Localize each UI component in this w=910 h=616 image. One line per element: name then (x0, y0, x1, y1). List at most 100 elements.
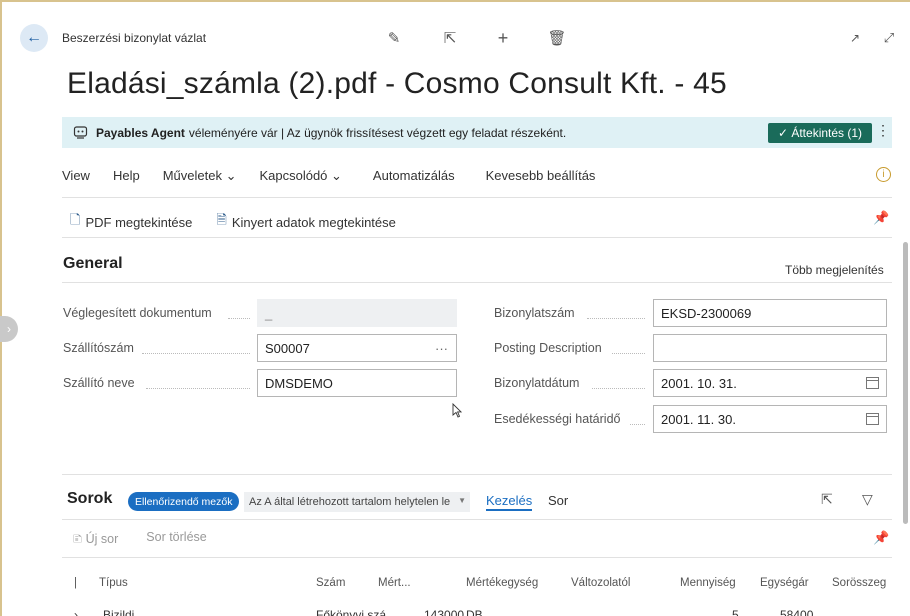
new-line-button[interactable]: 🗈 Új sor (73, 530, 132, 551)
show-more-link[interactable]: Több megjelenítés (785, 263, 884, 277)
doc-date-field[interactable]: 2001. 10. 31. (653, 369, 887, 397)
vertical-scrollbar[interactable] (903, 242, 908, 524)
menu-help[interactable]: Help (113, 168, 140, 188)
extracted-data-icon: 🗎 (216, 212, 227, 227)
more-options-icon[interactable]: ⋮ (876, 122, 890, 139)
agent-icon (72, 125, 88, 141)
due-date-value: 2001. 11. 30. (661, 411, 736, 427)
posted-doc-label: Véglegesített dokumentum (63, 306, 212, 320)
lines-title[interactable]: Sorok (67, 490, 112, 508)
view-extracted-button[interactable]: 🗎 Kinyert adatok megtekintése (216, 211, 396, 233)
page-caption: Beszerzési bizonylat vázlat (62, 31, 207, 45)
view-pdf-button[interactable]: 🗋 PDF megtekintése (70, 211, 192, 233)
expand-icon[interactable]: ⤢ (880, 29, 898, 47)
vendor-no-value: S00007 (265, 340, 310, 356)
pin-icon[interactable]: 📌 (873, 210, 889, 226)
divider (62, 197, 892, 198)
leader-dots (612, 353, 645, 354)
tab-manage[interactable]: Kezelés (486, 493, 533, 511)
leader-dots (592, 388, 645, 389)
posting-desc-label: Posting Description (494, 341, 602, 355)
ai-filter-value: Az A által létrehozott tartalom helytele… (249, 496, 451, 508)
menu-related[interactable]: Kapcsolódó ⌄ (259, 168, 341, 188)
section-general-title[interactable]: General (63, 255, 123, 273)
pin-icon[interactable]: 📌 (873, 530, 889, 546)
add-icon[interactable]: + (494, 28, 512, 48)
posting-desc-field[interactable] (653, 334, 887, 362)
review-button[interactable]: ✓ Áttekintés (1) (768, 123, 872, 143)
line-actions: 🗈 Új sor Sor törlése (73, 530, 221, 551)
column-header-variant[interactable]: Változolatól (571, 577, 630, 589)
leader-dots (228, 318, 250, 319)
leader-dots (587, 318, 645, 319)
due-date-field[interactable]: 2001. 11. 30. (653, 405, 887, 433)
vendor-name-label: Szállító neve (63, 376, 135, 390)
posted-doc-field: _ (257, 299, 457, 327)
leader-dots (142, 353, 250, 354)
calendar-icon[interactable] (866, 377, 879, 389)
share-icon[interactable]: ⇱ (821, 491, 833, 508)
delete-trash-icon[interactable]: 🗑 (547, 29, 566, 47)
doc-no-field[interactable]: EKSD-2300069 (653, 299, 887, 327)
menu-view[interactable]: View (62, 168, 90, 188)
edit-pencil-icon[interactable]: ✎ (385, 29, 403, 47)
banner-message: véleményére vár | Az ügynök frissítésest… (188, 125, 567, 140)
view-extracted-label: Kinyert adatok megtekintése (231, 214, 396, 230)
row-no[interactable]: Főkönyvi szá... (316, 608, 396, 616)
promoted-actions: 🗋 PDF megtekintése 🗎 Kinyert adatok megt… (70, 211, 420, 233)
tab-line[interactable]: Sor (548, 493, 568, 508)
due-date-label: Esedékességi határidő (494, 412, 621, 426)
divider (62, 474, 892, 475)
column-header-uom[interactable]: Mértékegység (466, 577, 538, 589)
divider (62, 237, 892, 238)
column-header-no[interactable]: Szám (316, 577, 345, 589)
page-title: Eladási_számla (2).pdf - Cosmo Consult K… (67, 67, 727, 100)
review-fields-badge[interactable]: Ellenőrizendő mezők (128, 492, 240, 511)
lookup-ellipsis-icon[interactable]: ··· (435, 341, 448, 356)
new-line-label: Új sor (85, 532, 119, 546)
menu-actions[interactable]: Műveletek ⌄ (163, 168, 237, 188)
info-icon[interactable]: i (876, 167, 891, 182)
column-header-quantity[interactable]: Mennyiség (680, 577, 736, 589)
chevron-down-icon: ▼ (458, 496, 466, 505)
vendor-name-field[interactable]: DMSDEMO (257, 369, 457, 397)
filter-icon[interactable]: ▽ (862, 491, 873, 508)
ai-filter-select[interactable]: Az A által létrehozott tartalom helytele… (244, 492, 470, 512)
vendor-no-label: Szállítószám (63, 341, 134, 355)
back-arrow-icon[interactable]: ← (20, 24, 48, 52)
row-expand-icon[interactable]: › (74, 608, 78, 616)
mouse-cursor-icon (452, 403, 462, 418)
leader-dots (146, 388, 250, 389)
menu-fewer-options[interactable]: Kevesebb beállítás (486, 168, 596, 188)
calendar-icon[interactable] (866, 413, 879, 425)
vendor-no-field[interactable]: S00007 ··· (257, 334, 457, 362)
column-header-type[interactable]: Típus (99, 577, 128, 589)
open-new-window-icon[interactable]: ↗ (846, 29, 864, 47)
document-icon: 🗋 (70, 212, 81, 227)
delete-line-button[interactable]: Sor törlése (146, 530, 206, 551)
view-pdf-label: PDF megtekintése (85, 214, 193, 230)
divider (62, 282, 892, 283)
row-price[interactable]: 58400 (780, 608, 813, 616)
column-separator: | (74, 577, 77, 589)
column-header-line-amount[interactable]: Sorösszeg (832, 577, 886, 589)
divider (62, 519, 892, 520)
agent-name: Payables Agent (96, 125, 185, 140)
share-icon[interactable]: ⇱ (441, 29, 459, 47)
row-qty[interactable]: 5 (732, 608, 739, 616)
row-unit[interactable]: 143000 (424, 608, 464, 616)
leader-dots (630, 424, 645, 425)
posted-doc-value: _ (265, 305, 273, 321)
action-menu: View Help Műveletek ⌄ Kapcsolódó ⌄ Autom… (62, 168, 618, 188)
menu-automate[interactable]: Automatizálás (373, 168, 455, 188)
doc-no-value: EKSD-2300069 (661, 305, 752, 321)
doc-no-label: Bizonylatszám (494, 306, 575, 320)
doc-date-value: 2001. 10. 31. (661, 375, 737, 391)
row-uom[interactable]: DB (466, 608, 483, 616)
doc-date-label: Bizonylatdátum (494, 376, 580, 390)
row-type[interactable]: Bizildi (103, 608, 134, 616)
divider (62, 557, 892, 558)
column-header-unit[interactable]: Mért... (378, 577, 411, 589)
column-header-unit-price[interactable]: Egységár (760, 577, 809, 589)
vendor-name-value: DMSDEMO (265, 375, 333, 391)
